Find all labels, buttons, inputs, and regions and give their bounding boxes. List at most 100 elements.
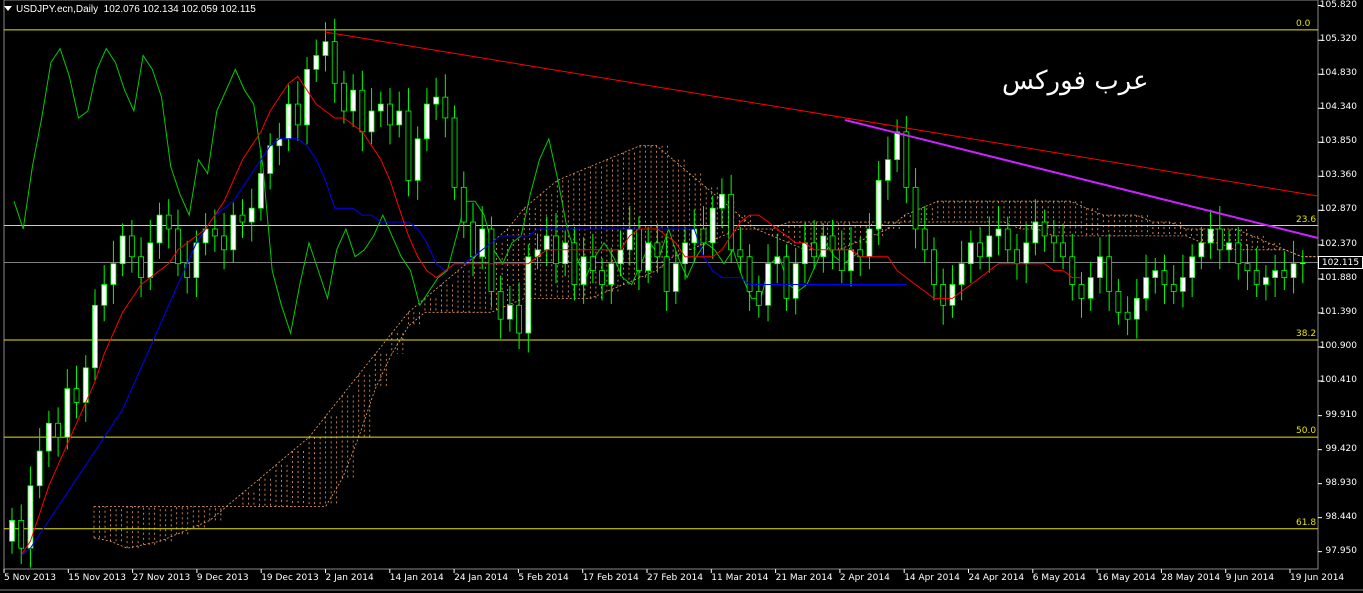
candle-body [27, 485, 34, 549]
x-tick-label: 28 May 2014 [1161, 573, 1221, 583]
candle-body [737, 249, 744, 258]
candle-body [433, 96, 440, 105]
candle-body [1069, 256, 1076, 285]
chart-window[interactable]: USDJPY.ecn,Daily 102.076 102.134 102.059… [0, 0, 1363, 593]
x-tick-label: 24 Jan 2014 [454, 573, 509, 583]
chart-header: USDJPY.ecn,Daily 102.076 102.134 102.059… [4, 4, 256, 15]
candle-body [165, 214, 172, 230]
candle-body [9, 520, 15, 542]
candle-body [1060, 242, 1066, 258]
candle-body [986, 235, 993, 258]
candle-body [267, 145, 274, 174]
candle-body [848, 249, 854, 272]
x-tick-label: 27 Nov 2013 [132, 573, 191, 583]
x-tick-label: 5 Feb 2014 [518, 573, 569, 583]
x-tick-label: 2 Jan 2014 [325, 573, 374, 583]
y-tick-label: 100.410 [1319, 374, 1357, 385]
candle-body [1253, 270, 1260, 285]
current-price-tag: 102.115 [1318, 255, 1363, 269]
candle-body [755, 291, 762, 306]
candle-body [599, 270, 605, 285]
candle-body [350, 89, 357, 112]
x-tick-label: 9 Jun 2014 [1225, 573, 1275, 583]
candle-body [1180, 277, 1186, 292]
candle-body [802, 242, 808, 265]
candle-body [55, 422, 61, 438]
candle-body [709, 207, 716, 244]
candle-body [1161, 270, 1168, 285]
candle-body [128, 235, 135, 258]
candle-body [912, 186, 919, 230]
candle-body [1170, 284, 1177, 292]
candle-body [184, 263, 191, 278]
candle-body [368, 110, 375, 133]
x-tick-label: 19 Jun 2014 [1290, 573, 1345, 583]
candle-body [875, 180, 882, 230]
x-tick-label: 24 Apr 2014 [968, 573, 1025, 583]
candle-body [672, 263, 679, 292]
candle-body [147, 242, 154, 278]
candle-body [829, 235, 836, 251]
candle-body [470, 221, 476, 258]
candle-body [18, 520, 25, 549]
candle-body [838, 249, 845, 272]
candle-body [1152, 270, 1159, 278]
candle-body [359, 89, 366, 133]
candle-body [516, 304, 522, 334]
candle-body [414, 138, 421, 181]
x-tick-label: 14 Apr 2014 [904, 573, 960, 583]
candle-body [1198, 242, 1205, 258]
candle-body [36, 450, 43, 487]
candle-body [866, 228, 873, 258]
candle-body [1124, 311, 1131, 320]
candle-body [1050, 235, 1057, 244]
candle-body [543, 235, 550, 251]
candle-body [1216, 228, 1223, 251]
symbol-label: USDJPY.ecn,Daily [16, 4, 99, 15]
candle-body [1032, 221, 1039, 244]
x-tick-label: 11 Mar 2014 [711, 573, 769, 583]
x-tick-label: 17 Feb 2014 [582, 573, 639, 583]
candle-body [285, 103, 292, 140]
candle-body [1263, 277, 1269, 285]
x-tick-label: 14 Jan 2014 [389, 573, 444, 583]
price-chart[interactable] [0, 0, 1363, 593]
candle-body [1235, 242, 1242, 265]
candle-body [700, 228, 707, 244]
fibo-level-label: 61.8 [1296, 517, 1317, 528]
candle-body [783, 256, 790, 299]
candle-body [1290, 263, 1297, 278]
candle-body [774, 256, 781, 265]
candle-body [239, 214, 246, 223]
fibo-level-label: 23.6 [1296, 214, 1317, 225]
candle-body [525, 256, 532, 334]
candle-body [175, 228, 181, 265]
y-tick-label: 99.420 [1325, 443, 1358, 454]
candle-body [1226, 242, 1232, 251]
candle-body [423, 103, 430, 140]
candle-body [1189, 256, 1196, 278]
candle-body [405, 110, 412, 181]
trendline-red [324, 31, 1319, 197]
candle-body [497, 291, 504, 320]
candle-body [294, 103, 301, 126]
candle-body [949, 284, 956, 306]
y-tick-label: 101.390 [1319, 306, 1357, 317]
candle-body [45, 422, 52, 452]
chevron-down-icon[interactable] [4, 6, 12, 11]
candle-body [1244, 263, 1251, 272]
candle-body [719, 193, 725, 209]
candle-body [479, 228, 486, 258]
x-tick-label: 2 Apr 2014 [839, 573, 890, 583]
candle-body [940, 284, 947, 306]
fibo-level-label: 38.2 [1296, 329, 1317, 339]
x-tick-label: 27 Feb 2014 [647, 573, 704, 583]
candle-body [248, 207, 255, 223]
candle-body [396, 110, 403, 126]
candle-body [1106, 256, 1113, 292]
candle-body [931, 249, 937, 285]
candle-body [1087, 277, 1094, 299]
candle-body [460, 186, 467, 223]
candle-body [1281, 270, 1288, 278]
candle-body [64, 388, 71, 438]
